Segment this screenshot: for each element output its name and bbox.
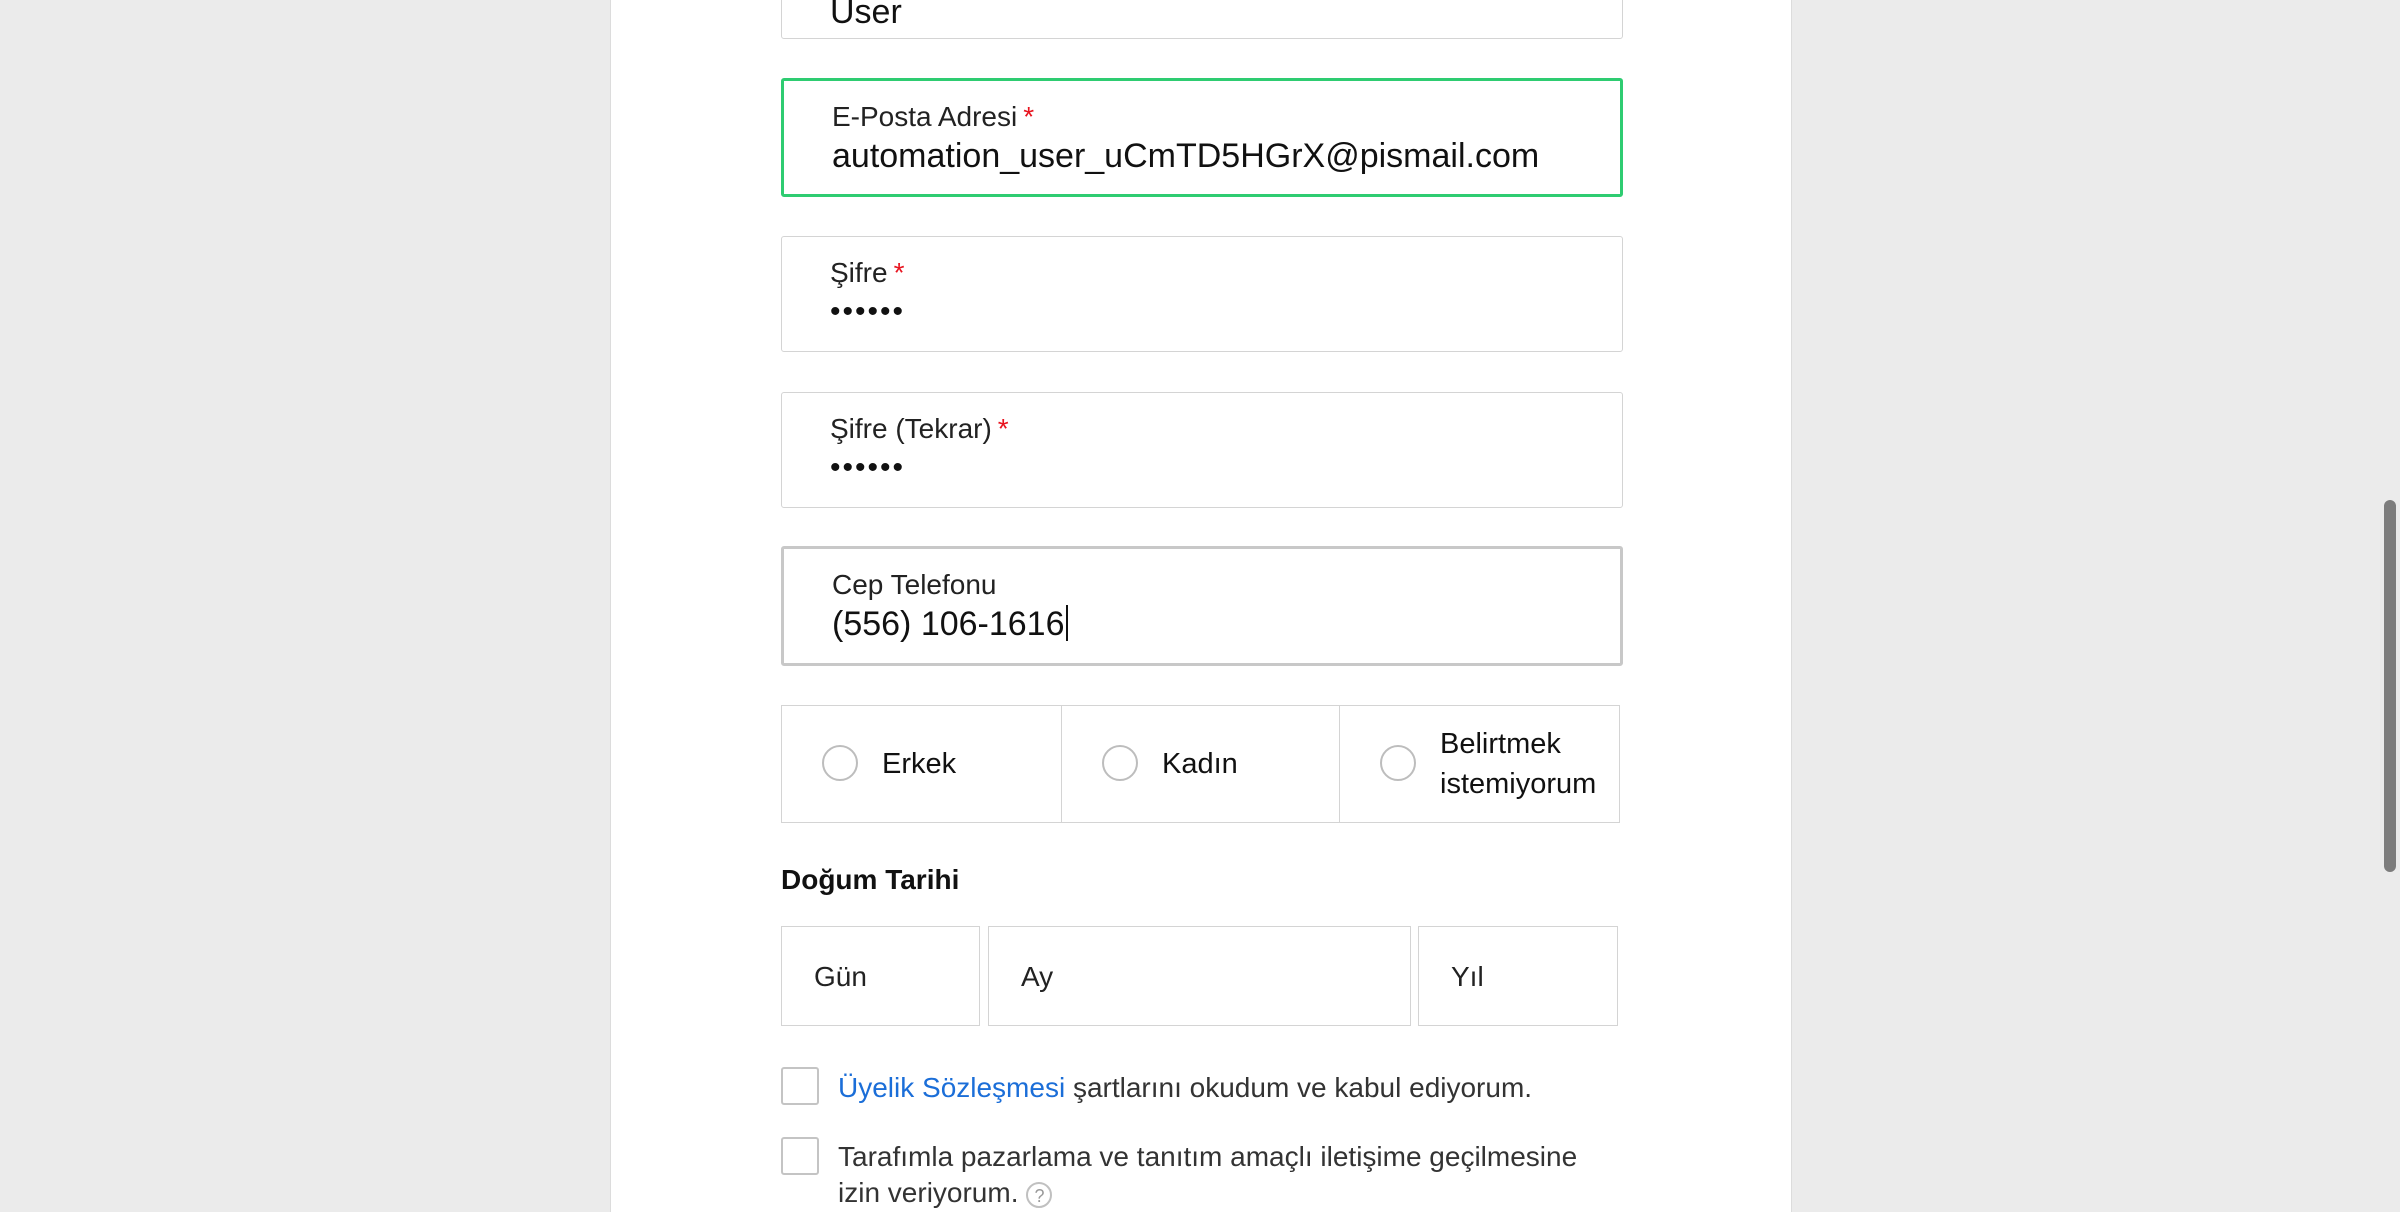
phone-field[interactable]: Cep Telefonu (556) 106-1616 [781, 546, 1623, 666]
password-repeat-value: •••••• [830, 451, 906, 484]
radio-erkek[interactable] [822, 745, 858, 781]
help-icon[interactable]: ? [1026, 1181, 1053, 1208]
surname-field[interactable]: User [781, 0, 1623, 39]
password-label: Şifre * [830, 257, 905, 288]
birth-year-placeholder: Yıl [1451, 961, 1484, 992]
gender-label-kadin: Kadın [1162, 748, 1238, 780]
email-field[interactable]: E-Posta Adresi * automation_user_uCmTD5HG… [781, 78, 1623, 197]
email-label: E-Posta Adresi * [832, 101, 1035, 132]
required-mark: * [893, 257, 905, 288]
birth-month-placeholder: Ay [1021, 961, 1054, 992]
gender-option-erkek[interactable]: Erkek [781, 705, 1062, 823]
radio-kadin[interactable] [1102, 745, 1138, 781]
birthdate-title: Doğum Tarihi [781, 864, 960, 895]
birth-day-placeholder: Gün [814, 961, 867, 992]
agreement-checkbox[interactable] [781, 1067, 819, 1105]
password-field[interactable]: Şifre * •••••• [781, 236, 1623, 352]
radio-belirtmek[interactable] [1380, 745, 1416, 781]
phone-value: (556) 106-1616 [832, 605, 1068, 644]
required-mark: * [1023, 101, 1035, 132]
marketing-text-line1: Tarafımla pazarlama ve tanıtım amaçlı il… [838, 1141, 1578, 1172]
marketing-text: Tarafımla pazarlama ve tanıtım amaçlı il… [838, 1139, 1577, 1211]
email-value: automation_user_uCmTD5HGrX@pismail.com [832, 137, 1540, 175]
password-value: •••••• [830, 295, 906, 328]
agreement-text: Üyelik Sözleşmesi şartlarını okudum ve k… [838, 1070, 1532, 1106]
agreement-rest-text: şartlarını okudum ve kabul ediyorum. [1072, 1072, 1533, 1103]
birth-day-select[interactable]: Gün [781, 926, 980, 1026]
gender-label-belirtmek-1: Belirtmek [1440, 728, 1561, 760]
marketing-text-line2: izin veriyorum.? [838, 1175, 1577, 1211]
marketing-checkbox[interactable] [781, 1137, 819, 1175]
scrollbar-thumb[interactable] [2384, 500, 2396, 872]
required-mark: * [997, 413, 1009, 444]
birth-month-select[interactable]: Ay [988, 926, 1411, 1026]
membership-agreement-link[interactable]: Üyelik Sözleşmesi [838, 1072, 1065, 1103]
phone-label: Cep Telefonu [832, 569, 997, 600]
gender-option-belirtmek[interactable]: Belirtmek istemiyorum [1339, 705, 1620, 823]
gender-option-kadin[interactable]: Kadın [1061, 705, 1340, 823]
password-repeat-label: Şifre (Tekrar) * [830, 413, 1009, 444]
gender-label-belirtmek-2: istemiyorum [1440, 768, 1597, 800]
password-repeat-field[interactable]: Şifre (Tekrar) * •••••• [781, 392, 1623, 508]
surname-value: User [830, 0, 902, 31]
birth-year-select[interactable]: Yıl [1418, 926, 1618, 1026]
text-caret [1065, 605, 1068, 641]
gender-label-erkek: Erkek [882, 748, 957, 780]
